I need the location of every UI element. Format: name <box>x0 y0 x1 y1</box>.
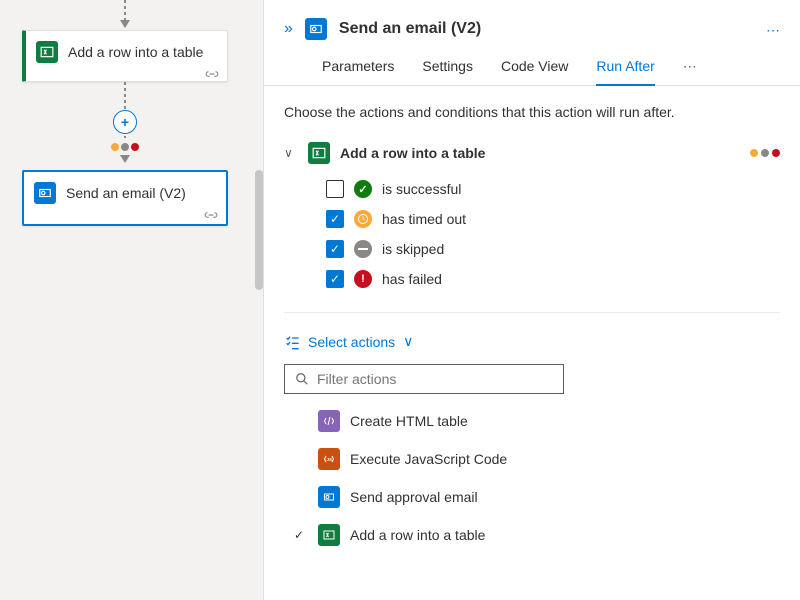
chevron-down-icon: ∨ <box>403 333 413 350</box>
action-label: Execute JavaScript Code <box>350 451 507 467</box>
tab-code-view[interactable]: Code View <box>501 58 568 85</box>
panel-more-button[interactable]: ⋯ <box>766 22 780 39</box>
tabs-more-button[interactable]: ⋯ <box>683 58 697 85</box>
javascript-icon: JS <box>318 448 340 470</box>
excel-icon <box>318 524 340 546</box>
status-label: is skipped <box>382 241 444 257</box>
select-actions-button[interactable]: Select actions ∨ <box>264 319 800 364</box>
action-option-execute-js[interactable]: JS Execute JavaScript Code <box>284 440 780 478</box>
outlook-icon <box>34 182 56 204</box>
arrow-icon <box>120 155 130 163</box>
action-label: Send approval email <box>350 489 478 505</box>
action-picker: Create HTML table JS Execute JavaScript … <box>284 364 780 564</box>
checkbox-success[interactable] <box>326 180 344 198</box>
chevron-down-icon[interactable]: ∨ <box>284 146 298 160</box>
skip-icon <box>354 240 372 258</box>
link-icon <box>205 69 219 79</box>
tab-settings[interactable]: Settings <box>422 58 473 85</box>
excel-icon <box>36 41 58 63</box>
run-after-description: Choose the actions and conditions that t… <box>264 86 800 138</box>
outlook-icon <box>318 486 340 508</box>
panel-title: Send an email (V2) <box>339 20 481 38</box>
checkbox-failed[interactable]: ✓ <box>326 270 344 288</box>
card-title: Send an email (V2) <box>66 185 186 201</box>
search-icon <box>295 372 309 386</box>
checkmark-icon: ✓ <box>290 528 308 542</box>
flow-card-send-email[interactable]: Send an email (V2) <box>22 170 228 226</box>
clock-icon <box>354 210 372 228</box>
success-icon: ✓ <box>354 180 372 198</box>
status-label: has failed <box>382 271 442 287</box>
action-label: Create HTML table <box>350 413 468 429</box>
checkbox-skipped[interactable]: ✓ <box>326 240 344 258</box>
select-actions-label: Select actions <box>308 334 395 350</box>
filter-actions-input-wrap[interactable] <box>284 364 564 394</box>
flow-canvas[interactable]: Add a row into a table + Send an email (… <box>0 0 264 600</box>
status-label: has timed out <box>382 211 466 227</box>
run-after-indicator <box>750 149 780 157</box>
link-icon <box>204 210 218 220</box>
canvas-scrollbar[interactable] <box>255 170 263 290</box>
status-label: is successful <box>382 181 461 197</box>
card-title: Add a row into a table <box>68 44 203 60</box>
collapse-panel-button[interactable]: » <box>284 20 293 38</box>
outlook-icon <box>305 18 327 40</box>
add-step-button[interactable]: + <box>113 110 137 134</box>
filter-actions-input[interactable] <box>317 371 553 387</box>
checkbox-timeout[interactable]: ✓ <box>326 210 344 228</box>
details-panel: » Send an email (V2) ⋯ Parameters Settin… <box>264 0 800 600</box>
panel-tabs: Parameters Settings Code View Run After … <box>264 40 800 86</box>
excel-icon <box>308 142 330 164</box>
html-table-icon <box>318 410 340 432</box>
list-icon <box>284 334 300 350</box>
tab-parameters[interactable]: Parameters <box>322 58 394 85</box>
arrow-icon <box>120 20 130 28</box>
tab-run-after[interactable]: Run After <box>596 58 654 86</box>
action-option-add-row[interactable]: ✓ Add a row into a table <box>284 516 780 554</box>
svg-text:JS: JS <box>327 457 333 462</box>
status-list: ✓ is successful ✓ has timed out ✓ is ski… <box>264 168 800 306</box>
run-after-indicator <box>111 143 139 151</box>
condition-title: Add a row into a table <box>340 145 740 161</box>
divider <box>284 312 780 313</box>
action-option-create-html-table[interactable]: Create HTML table <box>284 402 780 440</box>
action-option-send-approval-email[interactable]: Send approval email <box>284 478 780 516</box>
action-label: Add a row into a table <box>350 527 485 543</box>
flow-card-add-row[interactable]: Add a row into a table <box>22 30 228 82</box>
error-icon: ! <box>354 270 372 288</box>
